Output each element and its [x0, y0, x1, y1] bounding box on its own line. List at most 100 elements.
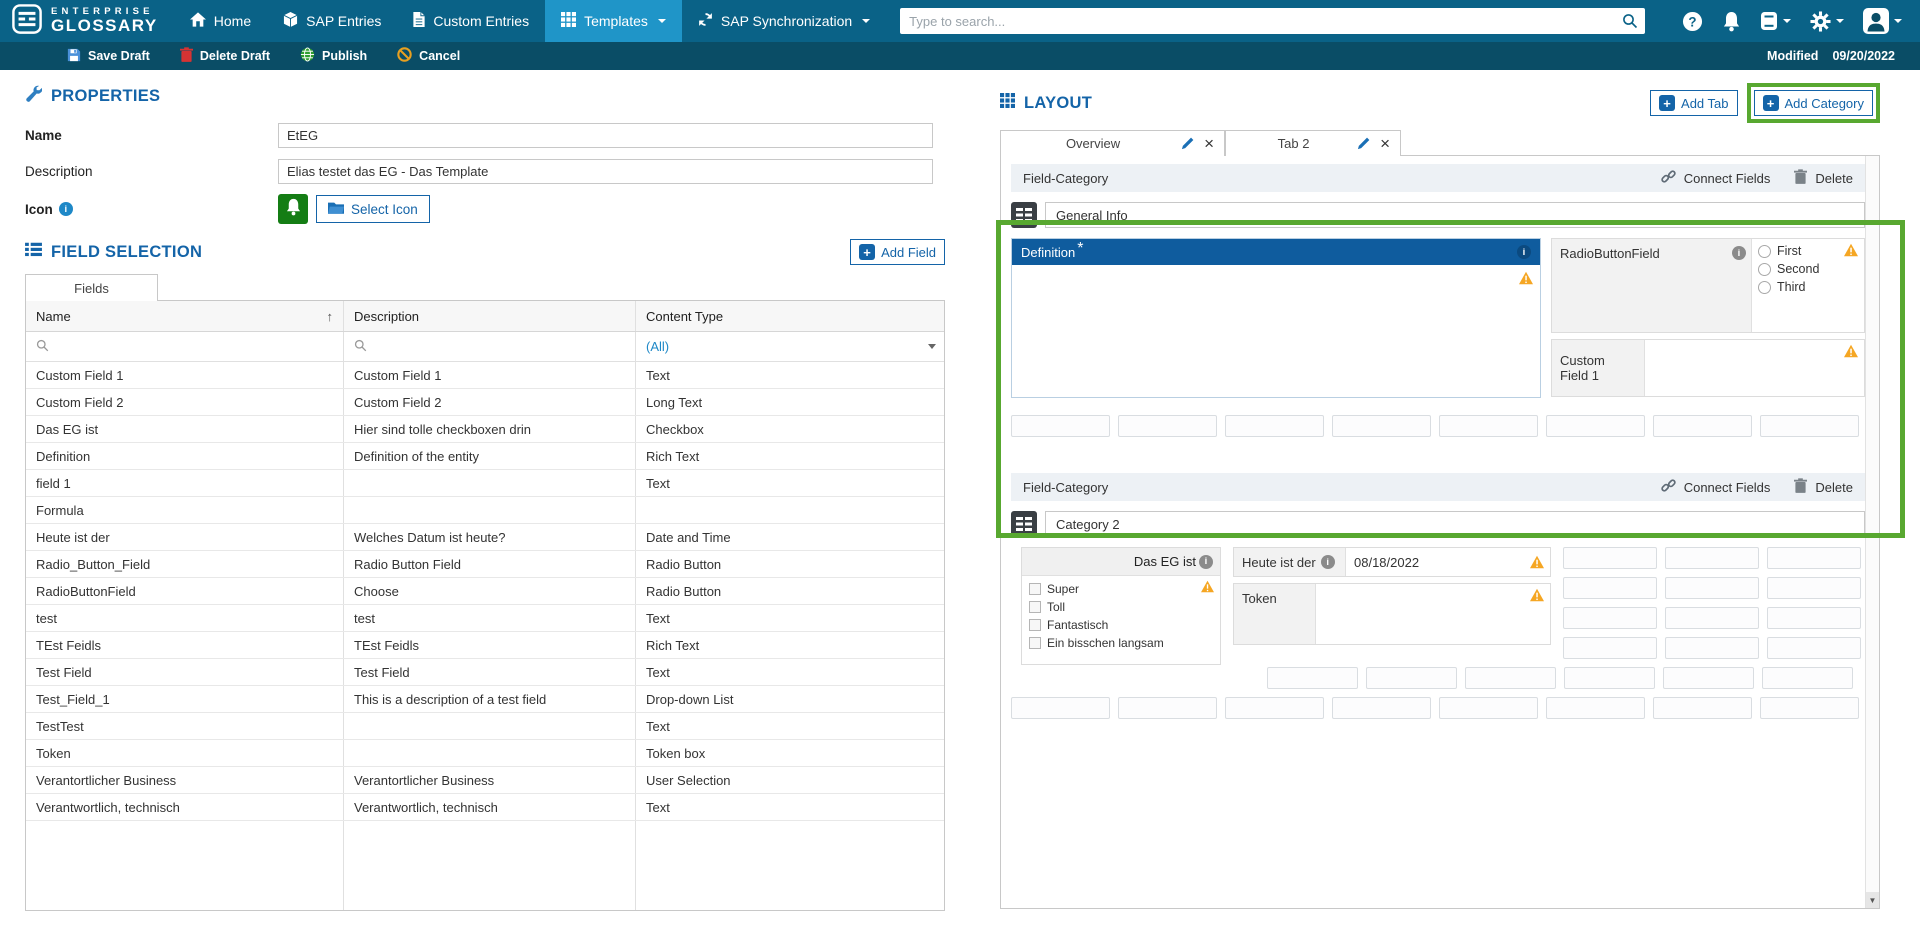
table-row[interactable]: test test Text	[26, 605, 944, 632]
column-header-description[interactable]: Description	[344, 301, 636, 331]
drag-handle-icon[interactable]	[1011, 202, 1037, 228]
checkbox-icon[interactable]	[1029, 601, 1041, 613]
info-icon[interactable]: i	[59, 202, 73, 216]
empty-field-slot[interactable]	[1762, 667, 1853, 689]
empty-field-slot[interactable]	[1665, 637, 1759, 659]
checkbox-option[interactable]: Ein bisschen langsam	[1029, 636, 1213, 650]
table-row[interactable]: Das EG ist Hier sind tolle checkboxen dr…	[26, 416, 944, 443]
definition-field-body[interactable]	[1012, 265, 1540, 397]
nav-item-custom-entries[interactable]: Custom Entries	[397, 0, 545, 42]
table-row[interactable]: Custom Field 1 Custom Field 1 Text	[26, 362, 944, 389]
table-row[interactable]: Token Token box	[26, 740, 944, 767]
select-icon-button[interactable]: Select Icon	[316, 195, 430, 223]
empty-field-slot[interactable]	[1267, 667, 1358, 689]
empty-field-slot[interactable]	[1563, 577, 1657, 599]
connect-fields-button[interactable]: Connect Fields	[1661, 169, 1771, 187]
empty-field-slot[interactable]	[1663, 667, 1754, 689]
edit-tab-icon[interactable]	[1181, 137, 1194, 150]
drag-handle-icon[interactable]	[1011, 511, 1037, 537]
info-icon[interactable]: i	[1321, 555, 1335, 569]
edit-tab-icon[interactable]	[1357, 137, 1370, 150]
radio-option[interactable]: Third	[1758, 280, 1858, 294]
checkbox-field[interactable]: Das EG ist i Super Toll Fantastisch Ein …	[1021, 547, 1221, 665]
empty-field-slot[interactable]	[1225, 415, 1324, 437]
radio-option[interactable]: Second	[1758, 262, 1858, 276]
table-row[interactable]: Heute ist der Welches Datum ist heute? D…	[26, 524, 944, 551]
nav-item-sap-synchronization[interactable]: SAP Synchronization	[682, 0, 886, 42]
empty-field-slot[interactable]	[1767, 577, 1861, 599]
empty-field-slot[interactable]	[1546, 415, 1645, 437]
empty-field-slot[interactable]	[1564, 667, 1655, 689]
layout-tab[interactable]: Tab 2 ×	[1225, 130, 1401, 156]
empty-field-slot[interactable]	[1563, 607, 1657, 629]
empty-field-slot[interactable]	[1767, 637, 1861, 659]
scroll-down-arrow[interactable]: ▼	[1866, 892, 1879, 908]
delete-draft-button[interactable]: Delete Draft	[180, 47, 270, 65]
help-icon[interactable]: ?	[1682, 11, 1703, 32]
table-row[interactable]: Test Field Test Field Text	[26, 659, 944, 686]
content-type-filter-cell[interactable]: (All)	[636, 332, 944, 361]
date-field[interactable]: Heute ist der i 08/18/2022	[1233, 547, 1551, 577]
app-logo[interactable]: ENTERPRISE GLOSSARY	[0, 0, 174, 42]
empty-field-slot[interactable]	[1332, 415, 1431, 437]
add-tab-button[interactable]: + Add Tab	[1650, 90, 1737, 116]
column-header-name[interactable]: Name ↑	[26, 301, 344, 331]
name-field[interactable]	[278, 123, 933, 148]
empty-field-slot[interactable]	[1767, 547, 1861, 569]
selected-template-icon[interactable]	[278, 194, 308, 224]
checkbox-icon[interactable]	[1029, 583, 1041, 595]
empty-field-slot[interactable]	[1011, 415, 1110, 437]
content-type-filter-value[interactable]: (All)	[646, 339, 669, 354]
column-header-content-type[interactable]: Content Type	[636, 301, 944, 331]
save-draft-button[interactable]: Save Draft	[67, 48, 150, 65]
empty-field-slot[interactable]	[1760, 415, 1859, 437]
empty-field-slot[interactable]	[1653, 697, 1752, 719]
description-filter-cell[interactable]	[344, 332, 636, 361]
empty-field-slot[interactable]	[1653, 415, 1752, 437]
chevron-down-icon[interactable]	[928, 344, 936, 349]
search-input[interactable]	[900, 8, 1645, 34]
empty-field-slot[interactable]	[1439, 697, 1538, 719]
nav-item-templates[interactable]: Templates	[545, 0, 682, 42]
checkbox-option[interactable]: Fantastisch	[1029, 618, 1213, 632]
table-row[interactable]: Custom Field 2 Custom Field 2 Long Text	[26, 389, 944, 416]
radio-icon[interactable]	[1758, 281, 1771, 294]
empty-field-slot[interactable]	[1439, 415, 1538, 437]
search-icon[interactable]	[1622, 13, 1638, 34]
info-icon[interactable]: i	[1199, 555, 1213, 569]
table-row[interactable]: Definition Definition of the entity Rich…	[26, 443, 944, 470]
name-filter-cell[interactable]	[26, 332, 344, 361]
sort-ascending-icon[interactable]: ↑	[327, 309, 344, 324]
empty-field-slot[interactable]	[1767, 607, 1861, 629]
empty-field-slot[interactable]	[1665, 547, 1759, 569]
info-icon[interactable]: i	[1732, 246, 1746, 260]
radio-icon[interactable]	[1758, 263, 1771, 276]
custom-field-1[interactable]: Custom Field 1	[1551, 339, 1865, 397]
empty-field-slot[interactable]	[1011, 697, 1110, 719]
nav-item-home[interactable]: Home	[174, 0, 267, 42]
table-row[interactable]: TEst Feidls TEst Feidls Rich Text	[26, 632, 944, 659]
category-name-input[interactable]	[1045, 511, 1865, 537]
notifications-bell-icon[interactable]	[1722, 11, 1741, 32]
publish-button[interactable]: Publish	[300, 47, 367, 65]
radio-icon[interactable]	[1758, 245, 1771, 258]
user-avatar[interactable]	[1863, 8, 1902, 34]
settings-gear-icon[interactable]	[1810, 11, 1844, 32]
delete-category-button[interactable]: Delete	[1794, 478, 1853, 496]
tab-fields[interactable]: Fields	[25, 274, 158, 301]
table-row[interactable]: field 1 Text	[26, 470, 944, 497]
close-tab-icon[interactable]: ×	[1204, 135, 1214, 152]
vertical-scrollbar[interactable]: ▼	[1865, 156, 1879, 908]
date-field-value[interactable]: 08/18/2022	[1346, 548, 1550, 576]
empty-field-slot[interactable]	[1225, 697, 1324, 719]
checkbox-option[interactable]: Toll	[1029, 600, 1213, 614]
checkbox-option[interactable]: Super	[1029, 582, 1213, 596]
delete-category-button[interactable]: Delete	[1794, 169, 1853, 187]
definition-field[interactable]: Definition * i	[1011, 238, 1541, 398]
log-menu-icon[interactable]	[1760, 11, 1791, 31]
table-row[interactable]: Formula	[26, 497, 944, 524]
category-name-input[interactable]	[1045, 202, 1865, 228]
empty-field-slot[interactable]	[1563, 637, 1657, 659]
add-category-button[interactable]: + Add Category	[1754, 90, 1874, 116]
close-tab-icon[interactable]: ×	[1380, 135, 1390, 152]
